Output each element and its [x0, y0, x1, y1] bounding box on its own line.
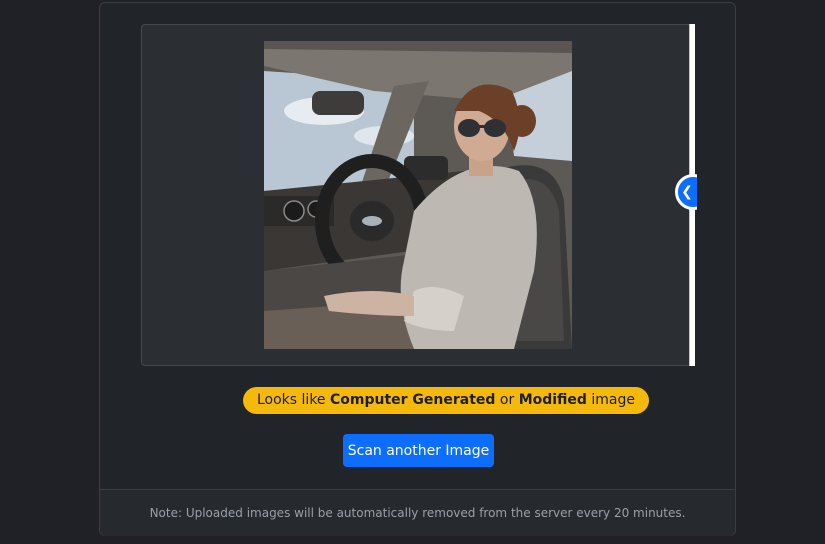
footer-note: Note: Uploaded images will be automatica… [100, 489, 735, 536]
result-strong-computer-generated: Computer Generated [330, 392, 496, 408]
result-card: ❮ Looks like Computer Generated or Modif… [99, 2, 736, 536]
image-compare-viewer[interactable]: ❮ [141, 24, 697, 366]
compare-handle[interactable]: ❮ [675, 174, 697, 210]
scan-another-image-button[interactable]: Scan another Image [343, 434, 494, 467]
result-badge: Looks like Computer Generated or Modifie… [243, 387, 650, 414]
page: ❮ Looks like Computer Generated or Modif… [0, 0, 825, 544]
result-prefix: Looks like [257, 392, 330, 408]
result-suffix: image [586, 392, 636, 408]
result-middle: or [495, 392, 519, 408]
footer-note-text: Note: Uploaded images will be automatica… [149, 506, 686, 520]
chevron-left-icon: ❮ [681, 184, 693, 200]
result-strong-modified: Modified [518, 392, 587, 408]
uploaded-image [264, 41, 572, 349]
